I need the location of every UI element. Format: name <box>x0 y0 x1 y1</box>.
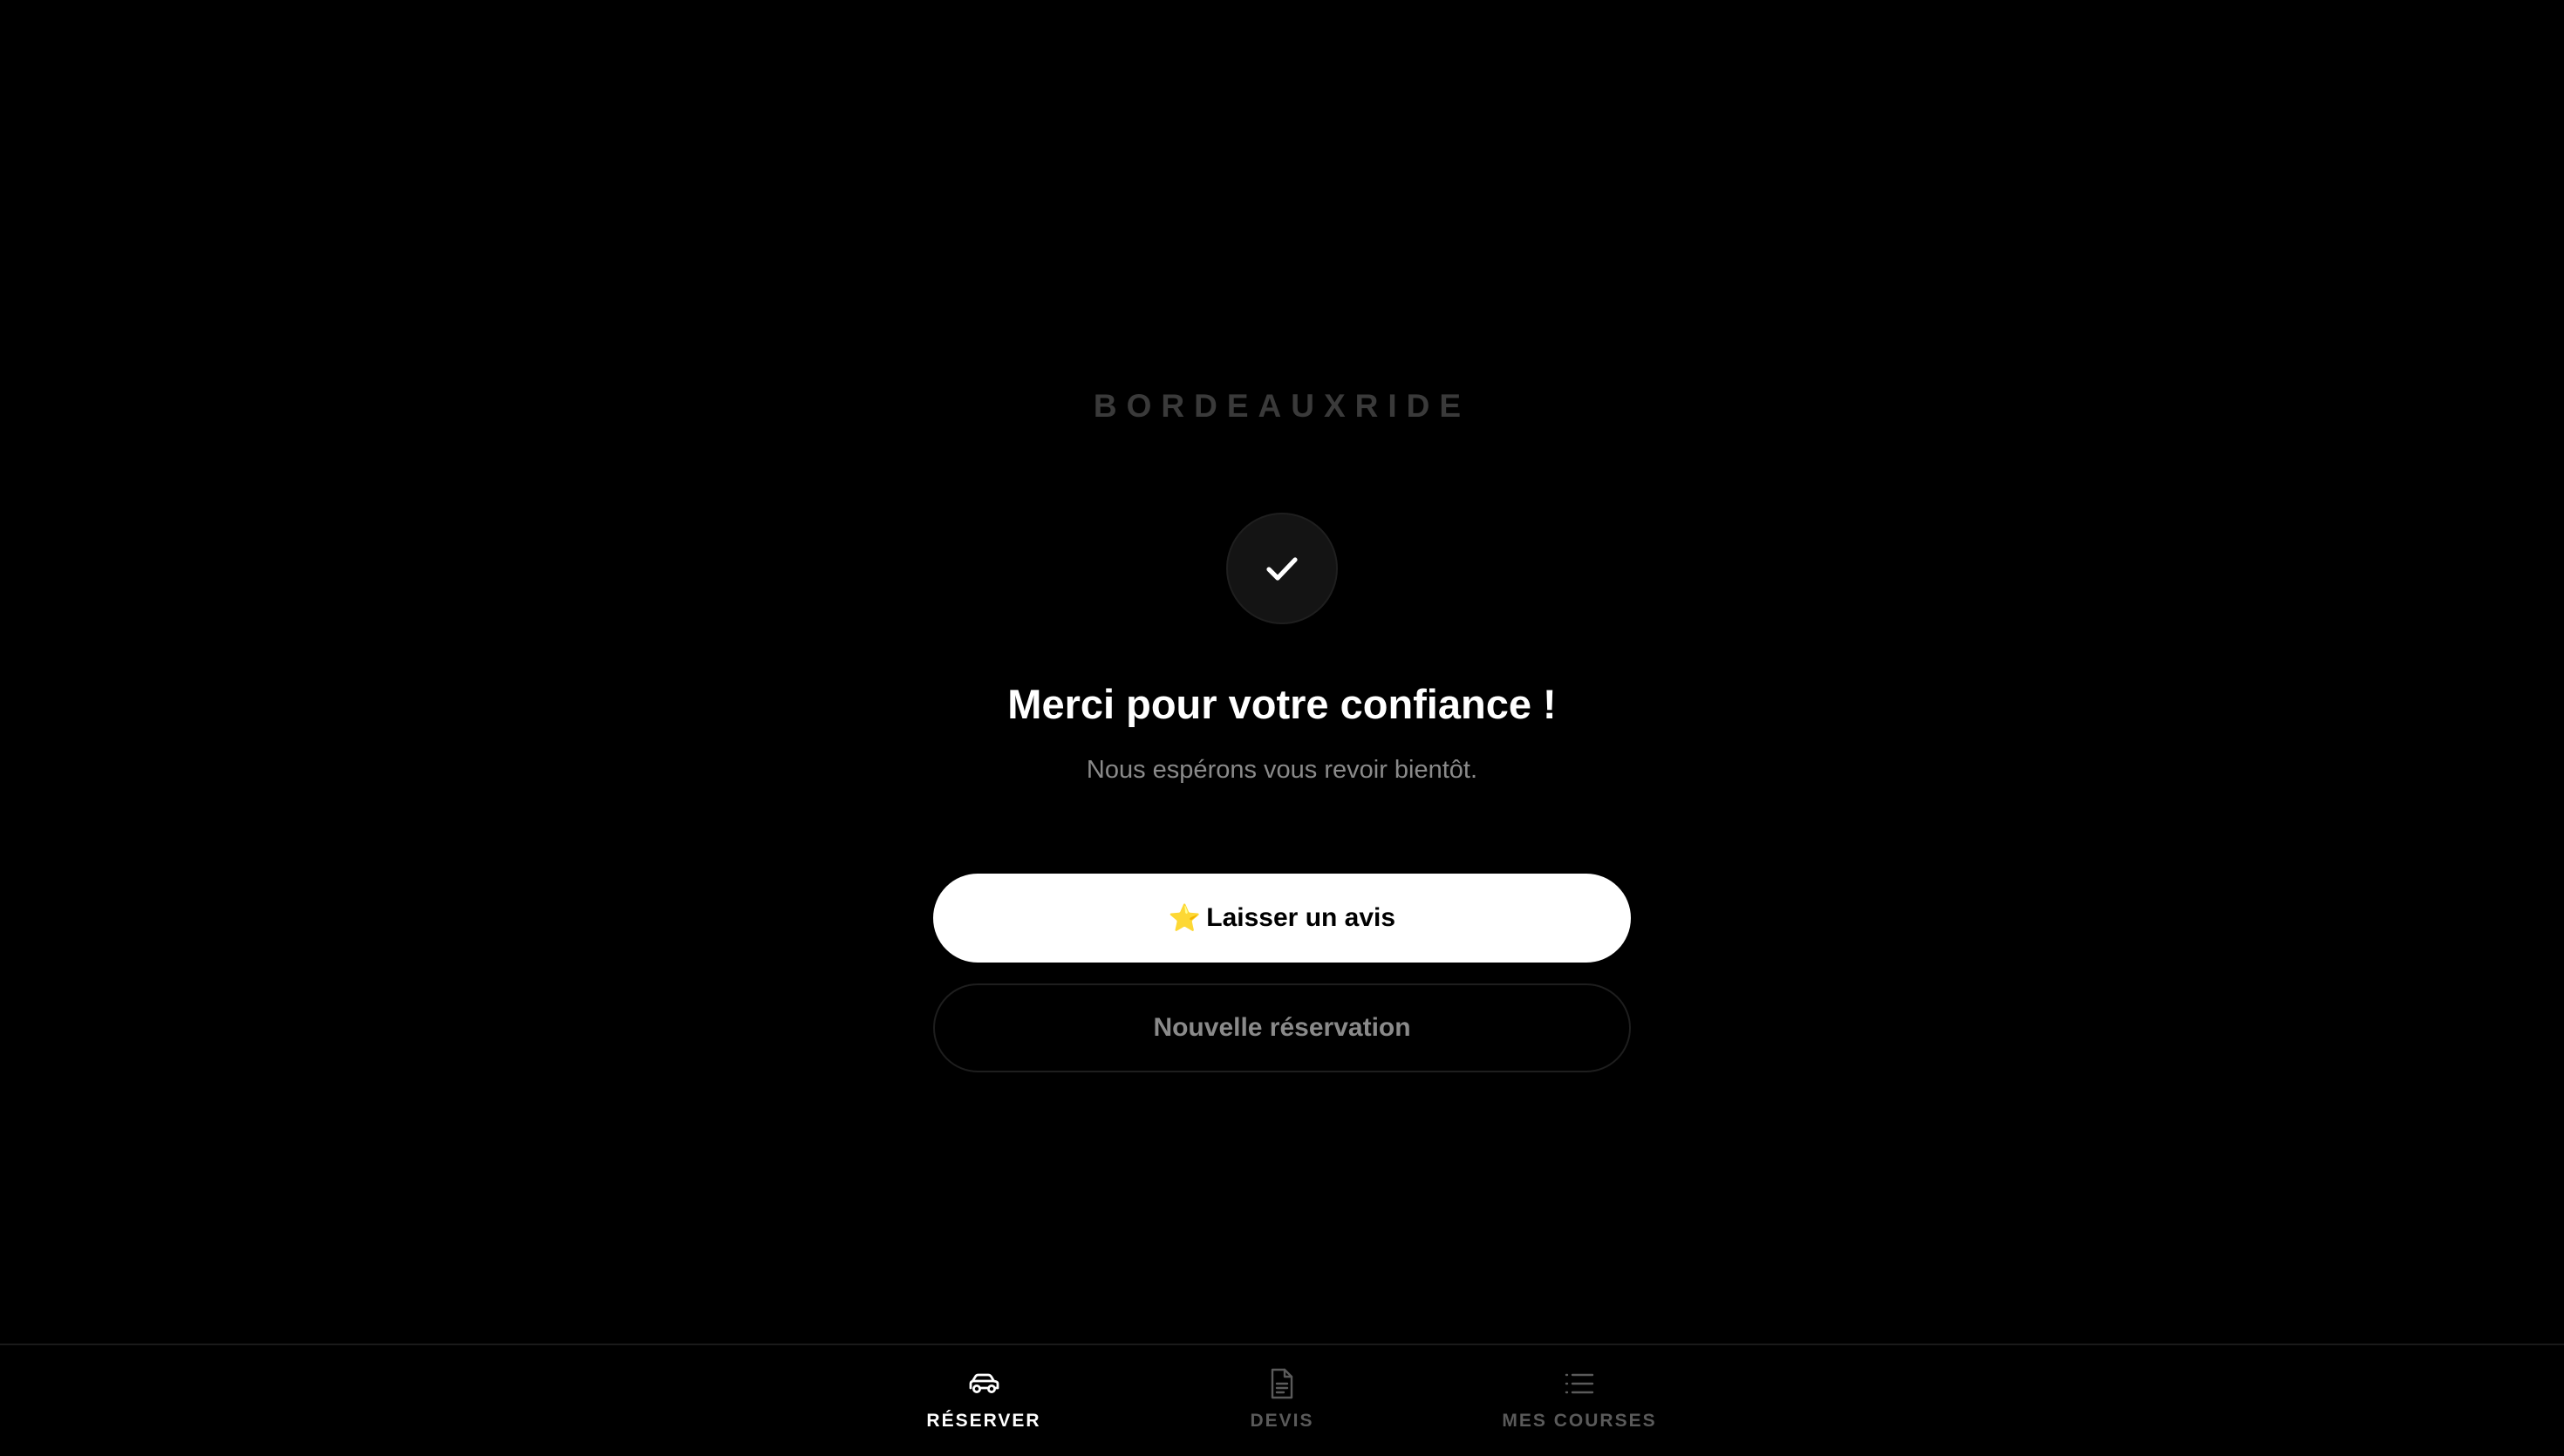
new-booking-label: Nouvelle réservation <box>1153 1013 1411 1042</box>
brand-logo: BORDEAUXRIDE <box>1093 388 1471 424</box>
nav-label-reserver: RÉSERVER <box>926 1411 1041 1431</box>
bottom-nav: RÉSERVER DEVIS MES COURSES <box>0 1344 2564 1456</box>
confirmation-page: BORDEAUXRIDE Merci pour votre confiance … <box>0 0 2564 1456</box>
success-badge <box>1226 513 1338 624</box>
nav-item-reserver[interactable]: RÉSERVER <box>888 1345 1080 1456</box>
leave-review-label: Laisser un avis <box>1206 903 1396 932</box>
leave-review-button[interactable]: ⭐ Laisser un avis <box>933 874 1631 963</box>
new-booking-button[interactable]: Nouvelle réservation <box>933 983 1631 1072</box>
nav-label-mes-courses: MES COURSES <box>1502 1411 1657 1431</box>
star-icon: ⭐ <box>1168 903 1202 933</box>
list-icon <box>1563 1368 1596 1399</box>
page-title: Merci pour votre confiance ! <box>1007 681 1557 727</box>
nav-label-devis: DEVIS <box>1250 1411 1314 1431</box>
document-icon <box>1268 1368 1296 1399</box>
page-subtitle: Nous espérons vous revoir bientôt. <box>1086 756 1478 784</box>
nav-item-devis[interactable]: DEVIS <box>1186 1345 1378 1456</box>
check-icon <box>1266 557 1298 581</box>
car-icon <box>966 1368 1001 1399</box>
nav-item-mes-courses[interactable]: MES COURSES <box>1483 1345 1675 1456</box>
